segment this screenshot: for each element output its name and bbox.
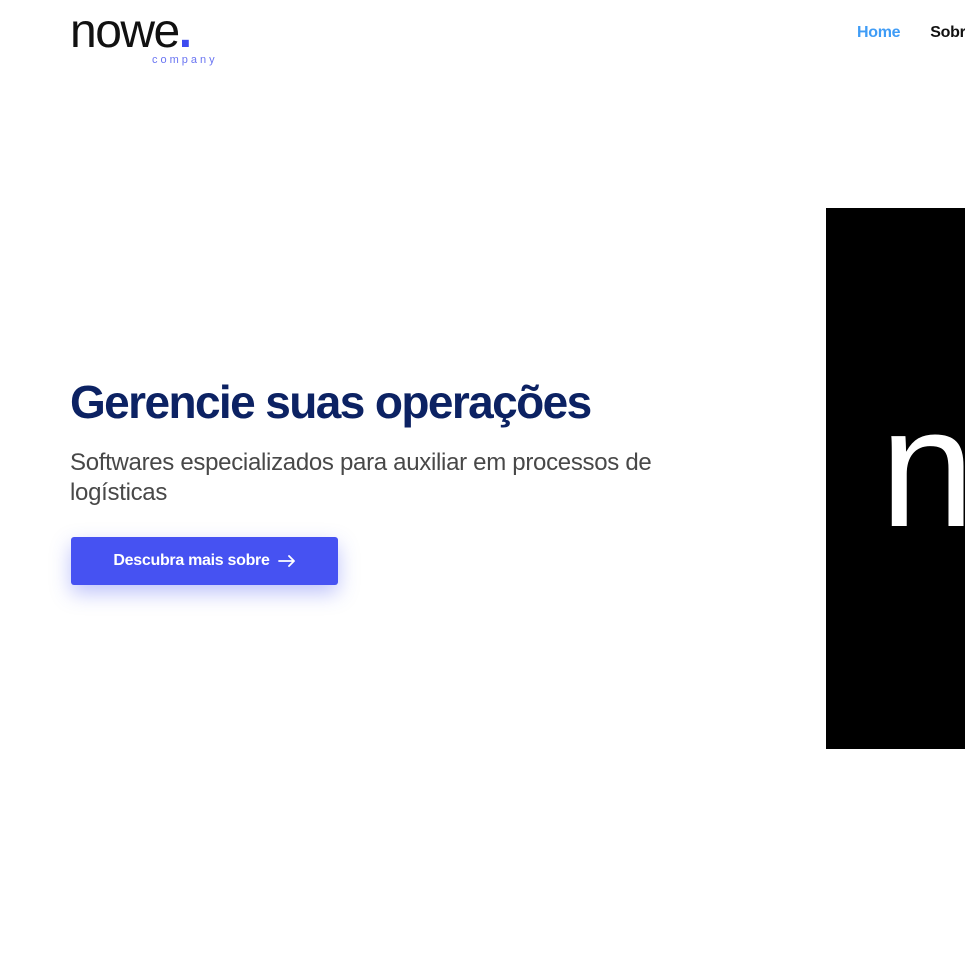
brand-logo[interactable]: nowe. company [70, 5, 215, 66]
nav-item-home[interactable]: Home [857, 24, 901, 42]
nav-item-sobre[interactable]: Sobre [930, 24, 965, 42]
logo-tagline: company [152, 54, 218, 66]
discover-more-button[interactable]: Descubra mais sobre [71, 537, 338, 585]
discover-more-label: Descubra mais sobre [113, 552, 270, 569]
logo-wordmark: nowe [70, 5, 180, 58]
media-panel: n [826, 208, 965, 749]
main-nav: Home Sobre [857, 24, 965, 42]
hero-subtitle: Softwares especializados para auxiliar e… [70, 449, 652, 506]
landing-page: nowe. company Home Sobre Gerencie suas o… [0, 0, 965, 965]
panel-glyph: n [880, 373, 965, 563]
hero-section: Gerencie suas operações Softwares especi… [70, 372, 720, 508]
logo-dot: . [178, 5, 193, 58]
hero-title: Gerencie suas operações [70, 376, 592, 428]
arrow-right-icon [277, 555, 295, 567]
